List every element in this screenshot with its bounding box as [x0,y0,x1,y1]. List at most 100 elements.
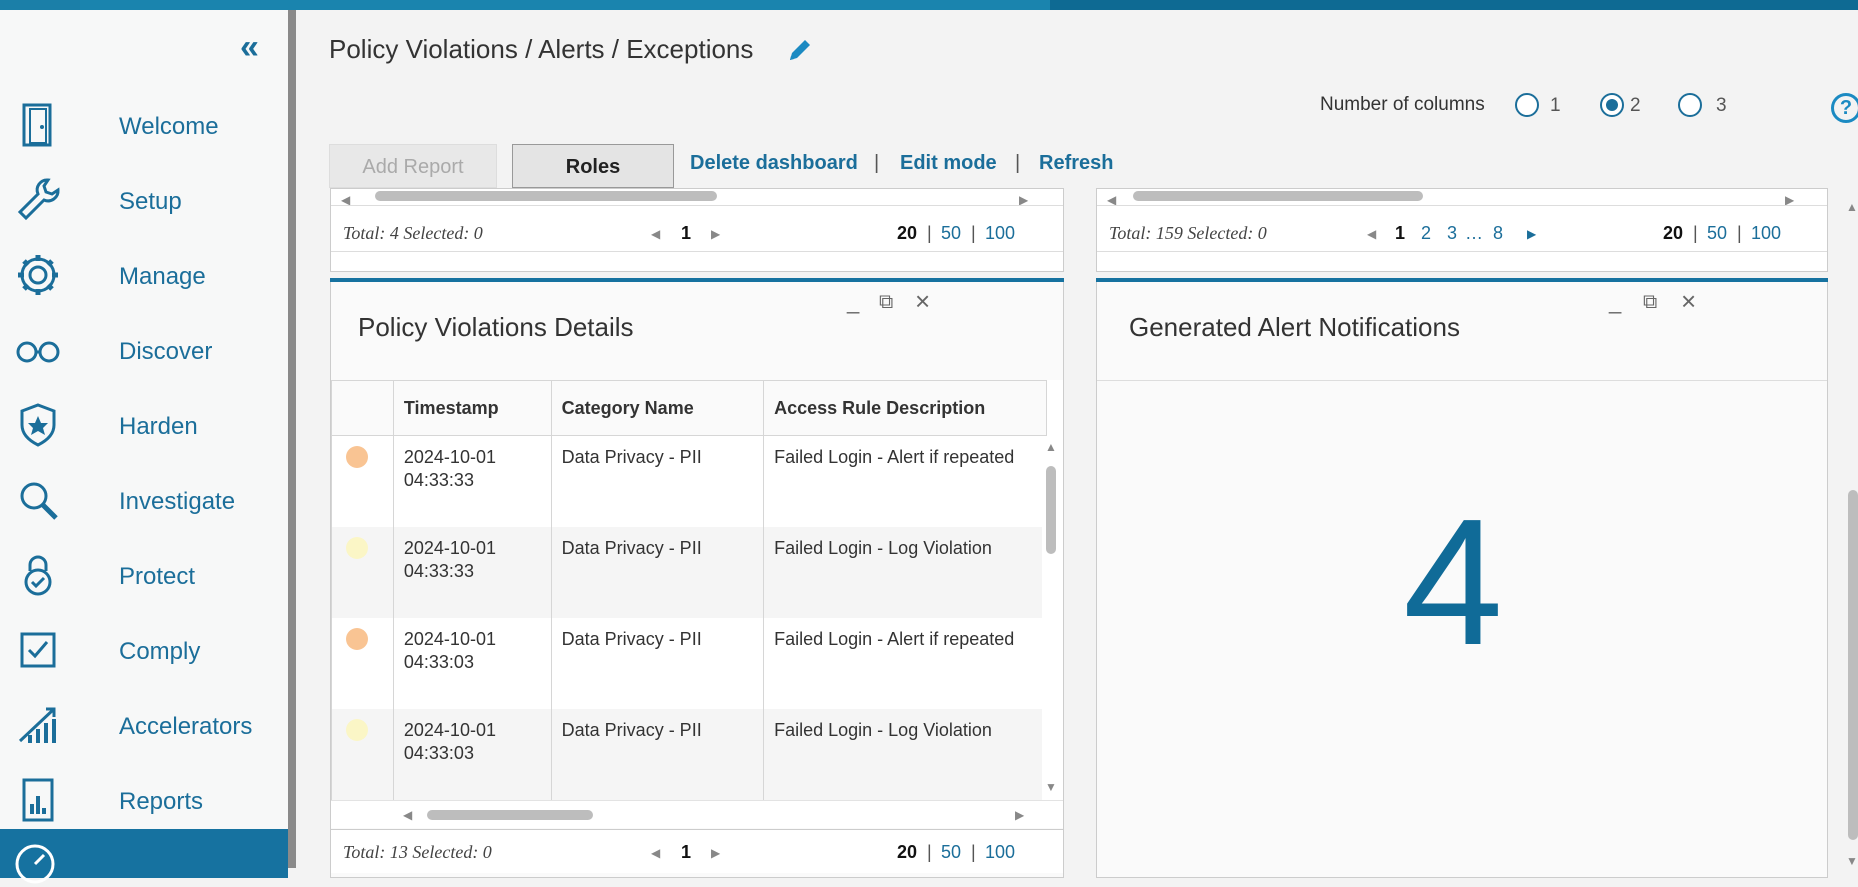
page-next-icon[interactable]: ▶ [711,227,720,241]
sidebar-item-accelerators[interactable]: Accelerators [0,689,288,764]
shield-star-icon [20,403,56,447]
timestamp-date: 2024-10-01 [403,628,496,649]
close-icon[interactable]: × [915,288,930,314]
page-size-100[interactable]: 100 [985,223,1015,244]
sidebar-item-discover[interactable]: Discover [0,314,288,389]
page-scroll-down-icon[interactable]: ▼ [1846,854,1858,868]
widget-title: Policy Violations Details [358,312,634,342]
sidebar-item-label: Discover [119,338,213,365]
edit-mode-link[interactable]: Edit mode [900,152,997,175]
sidebar-item-reports[interactable]: Reports [0,764,288,839]
widget-title: Generated Alert Notifications [1129,312,1460,342]
table-row[interactable]: 2024-10-01 04:33:03 Data Privacy - PII Fa… [331,617,1047,709]
sidebar-item-label: Comply [119,638,201,665]
rule-cell: Failed Login - Log Violation [763,708,1047,800]
pencil-icon[interactable] [786,36,814,64]
severity-dot [346,627,368,650]
top-bar [0,0,1858,10]
page-title: Policy Violations / Alerts / Exceptions [329,34,754,64]
vertical-scrollbar-thumb[interactable] [1046,466,1056,554]
columns-option-label: 2 [1630,95,1641,116]
pager-total: Total: 159 Selected: 0 [1109,223,1267,243]
refresh-link[interactable]: Refresh [1039,152,1113,175]
category-cell: Data Privacy - PII [550,708,765,800]
horizontal-scrollbar-thumb[interactable] [1133,191,1423,201]
page-size-20[interactable]: 20 [1663,223,1683,244]
table-row[interactable]: 2024-10-01 04:33:03 Data Privacy - PII Fa… [331,708,1047,800]
pager: Total: 13 Selected: 0 ◀ 1 ▶ 20 | 50 | 10… [331,829,1063,873]
columns-label: Number of columns [1320,94,1485,115]
page-size-50[interactable]: 50 [941,223,961,244]
minimize-icon[interactable]: _ [1609,289,1621,315]
page-number[interactable]: 2 [1421,223,1431,244]
help-icon[interactable]: ? [1831,93,1858,123]
sidebar-item-manage[interactable]: Manage [0,239,288,314]
page-scroll-up-icon[interactable]: ▲ [1846,200,1858,214]
close-icon[interactable]: × [1681,288,1696,314]
sidebar-item-investigate[interactable]: Investigate [0,464,288,539]
sidebar-item-active[interactable] [0,829,288,884]
sidebar-item-harden[interactable]: Harden [0,389,288,464]
chart-up-icon [18,707,56,743]
scroll-down-icon[interactable]: ▼ [1045,780,1057,794]
page-number[interactable]: 1 [681,842,691,863]
table-row[interactable]: 2024-10-01 04:33:33 Data Privacy - PII Fa… [331,435,1047,527]
page-next-icon[interactable]: ▶ [711,846,720,860]
maximize-icon[interactable]: ⧉ [879,291,893,314]
horizontal-scrollbar[interactable]: ◀ ▶ [331,800,1063,828]
page-size-50[interactable]: 50 [1707,223,1727,244]
scroll-up-icon[interactable]: ▲ [1045,440,1057,454]
scroll-left-icon[interactable]: ◀ [403,808,412,822]
minimize-icon[interactable]: _ [847,289,859,315]
magnifier-icon [20,482,58,520]
pager-total: Total: 4 Selected: 0 [343,223,483,243]
widget-top-right: ◀ ▶ Total: 159 Selected: 0 ◀ 1 2 3 … 8 ▶… [1096,188,1828,272]
vertical-scrollbar[interactable]: ▲ ▼ [1042,436,1060,800]
horizontal-scrollbar-thumb[interactable] [375,191,717,201]
page-next-icon[interactable]: ▶ [1527,227,1536,241]
sidebar-item-label: Investigate [119,488,236,515]
page-size-100[interactable]: 100 [1751,223,1781,244]
page-prev-icon[interactable]: ◀ [1367,227,1376,241]
column-header[interactable]: Timestamp [392,380,552,436]
sidebar-item-setup[interactable]: Setup [0,164,288,239]
roles-button[interactable]: Roles [512,144,674,188]
sidebar-item-protect[interactable]: Protect [0,539,288,614]
sidebar-item-comply[interactable]: Comply [0,614,288,689]
glasses-icon [16,341,60,363]
door-icon [22,103,52,147]
severity-dot [346,536,368,559]
page-size-50[interactable]: 50 [941,842,961,863]
page-size-100[interactable]: 100 [985,842,1015,863]
page-size-20[interactable]: 20 [897,842,917,863]
violations-grid: Timestamp Category Name Access Rule Desc… [331,380,1063,800]
horizontal-scrollbar-thumb[interactable] [427,810,593,820]
page-number[interactable]: 1 [1395,223,1405,244]
page-number[interactable]: 3 [1447,223,1457,244]
pager-total: Total: 13 Selected: 0 [343,842,492,862]
page-prev-icon[interactable]: ◀ [651,846,660,860]
gauge-icon [15,844,55,884]
category-cell: Data Privacy - PII [550,435,765,527]
columns-radio-3[interactable] [1678,93,1702,117]
sidebar-item-welcome[interactable]: Welcome [0,89,288,164]
page-prev-icon[interactable]: ◀ [651,227,660,241]
severity-column-header[interactable] [331,380,394,436]
add-report-button[interactable]: Add Report [329,144,497,188]
page-size-20[interactable]: 20 [897,223,917,244]
page-number[interactable]: 1 [681,223,691,244]
sidebar-item-label: Harden [119,413,198,440]
toolbar-separator: | [874,152,880,174]
sidebar-divider[interactable] [288,10,296,868]
scroll-right-icon[interactable]: ▶ [1015,808,1024,822]
maximize-icon[interactable]: ⧉ [1643,291,1657,314]
table-row[interactable]: 2024-10-01 04:33:33 Data Privacy - PII Fa… [331,526,1047,618]
page-number[interactable]: 8 [1493,223,1503,244]
collapse-sidebar-icon[interactable]: « [240,30,259,64]
delete-dashboard-link[interactable]: Delete dashboard [690,152,858,175]
columns-radio-1[interactable] [1515,93,1539,117]
column-header[interactable]: Access Rule Description [763,380,1047,436]
page-scrollbar-thumb[interactable] [1848,490,1858,840]
column-header[interactable]: Category Name [550,380,765,436]
columns-radio-2[interactable] [1600,93,1624,117]
